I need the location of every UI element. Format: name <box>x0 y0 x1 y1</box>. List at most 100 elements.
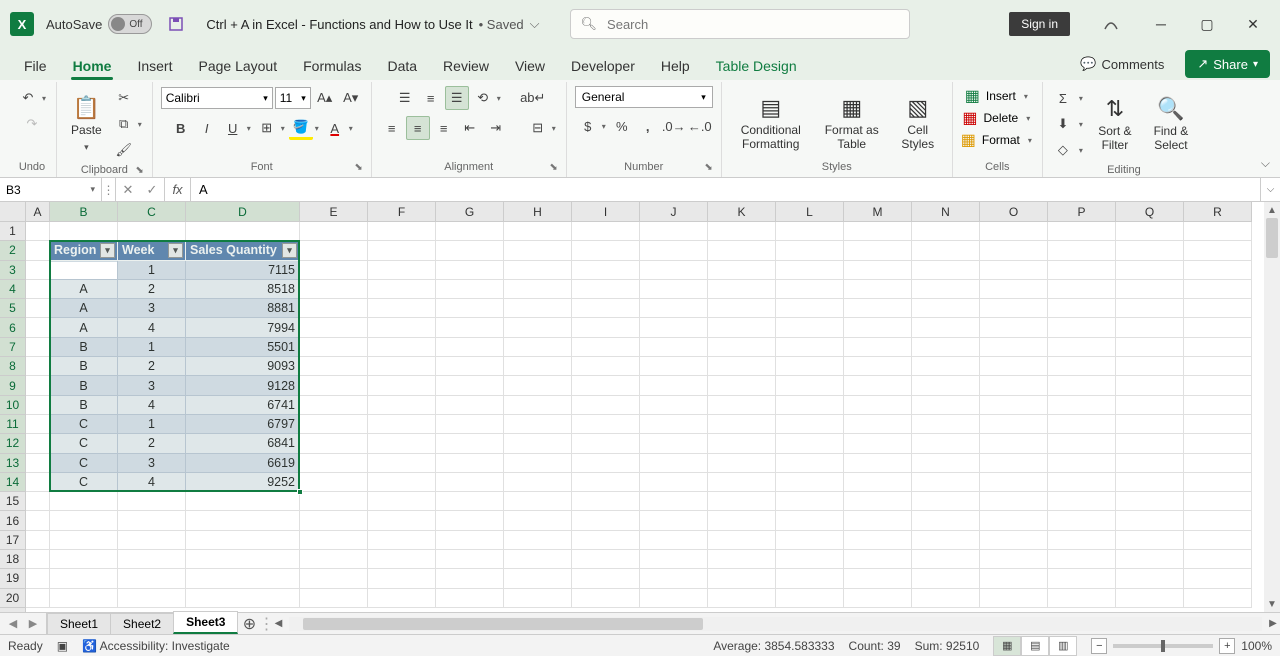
cell-A18[interactable] <box>26 550 50 569</box>
cell-O14[interactable] <box>980 473 1048 492</box>
cell-I13[interactable] <box>572 454 640 473</box>
align-center-button[interactable]: ≡ <box>406 116 430 140</box>
row-header-3[interactable]: 3 <box>0 261 25 280</box>
cell-A17[interactable] <box>26 531 50 550</box>
tab-view[interactable]: View <box>503 52 557 80</box>
cell-L9[interactable] <box>776 376 844 395</box>
column-header-E[interactable]: E <box>300 202 368 221</box>
tab-insert[interactable]: Insert <box>125 52 184 80</box>
cell-J6[interactable] <box>640 318 708 337</box>
cell-I2[interactable] <box>572 241 640 260</box>
cell-I5[interactable] <box>572 299 640 318</box>
row-header-13[interactable]: 13 <box>0 454 25 473</box>
decrease-font-button[interactable]: A▾ <box>339 86 363 110</box>
cell-A10[interactable] <box>26 396 50 415</box>
cell-E6[interactable] <box>300 318 368 337</box>
cell-N11[interactable] <box>912 415 980 434</box>
cell-B3[interactable]: A <box>50 261 118 280</box>
decrease-indent-button[interactable]: ⇤ <box>458 116 482 140</box>
cell-G15[interactable] <box>436 492 504 511</box>
cell-K7[interactable] <box>708 338 776 357</box>
cell-E14[interactable] <box>300 473 368 492</box>
filter-button-sales-quantity[interactable]: ▾ <box>282 243 297 258</box>
cell-R2[interactable] <box>1184 241 1252 260</box>
comments-button[interactable]: 💬 Comments <box>1069 50 1175 78</box>
cell-G13[interactable] <box>436 454 504 473</box>
cell-L7[interactable] <box>776 338 844 357</box>
cell-N6[interactable] <box>912 318 980 337</box>
close-button[interactable]: ✕ <box>1230 1 1276 47</box>
cell-N19[interactable] <box>912 569 980 588</box>
horizontal-scroll-thumb[interactable] <box>303 618 703 630</box>
cell-D15[interactable] <box>186 492 300 511</box>
zoom-in-button[interactable]: + <box>1219 638 1235 654</box>
cell-P6[interactable] <box>1048 318 1116 337</box>
cell-J19[interactable] <box>640 569 708 588</box>
cell-L10[interactable] <box>776 396 844 415</box>
cell-B17[interactable] <box>50 531 118 550</box>
cell-G12[interactable] <box>436 434 504 453</box>
cell-L20[interactable] <box>776 589 844 608</box>
italic-button[interactable]: I <box>195 116 219 140</box>
cell-P10[interactable] <box>1048 396 1116 415</box>
merge-dropdown[interactable]: ▾ <box>550 124 558 133</box>
cell-H10[interactable] <box>504 396 572 415</box>
cell-E1[interactable] <box>300 222 368 241</box>
cell-A5[interactable] <box>26 299 50 318</box>
cell-P9[interactable] <box>1048 376 1116 395</box>
cell-H13[interactable] <box>504 454 572 473</box>
delete-cells-button[interactable]: Delete <box>980 111 1023 125</box>
cell-P2[interactable] <box>1048 241 1116 260</box>
cell-C15[interactable] <box>118 492 186 511</box>
cell-M10[interactable] <box>844 396 912 415</box>
cell-B1[interactable] <box>50 222 118 241</box>
cell-Q12[interactable] <box>1116 434 1184 453</box>
sheet-tab-sheet3[interactable]: Sheet3 <box>173 611 238 634</box>
name-box[interactable]: B3 ▾ <box>0 178 102 201</box>
column-header-L[interactable]: L <box>776 202 844 221</box>
cell-G14[interactable] <box>436 473 504 492</box>
percent-format-button[interactable]: % <box>610 114 634 138</box>
cell-L2[interactable] <box>776 241 844 260</box>
cell-J3[interactable] <box>640 261 708 280</box>
cell-D12[interactable]: 6841 <box>186 434 300 453</box>
cell-Q13[interactable] <box>1116 454 1184 473</box>
save-button[interactable] <box>164 12 188 36</box>
cell-C16[interactable] <box>118 511 186 530</box>
cell-M18[interactable] <box>844 550 912 569</box>
cell-D13[interactable]: 6619 <box>186 454 300 473</box>
cell-O9[interactable] <box>980 376 1048 395</box>
cell-I10[interactable] <box>572 396 640 415</box>
format-cells-button[interactable]: Format <box>978 133 1024 147</box>
cell-F15[interactable] <box>368 492 436 511</box>
cell-Q14[interactable] <box>1116 473 1184 492</box>
filter-button-region[interactable]: ▾ <box>100 243 115 258</box>
page-layout-view-button[interactable]: ▤ <box>1021 636 1049 656</box>
increase-decimal-button[interactable]: .0→ <box>662 114 686 138</box>
cell-Q16[interactable] <box>1116 511 1184 530</box>
cell-E15[interactable] <box>300 492 368 511</box>
tab-formulas[interactable]: Formulas <box>291 52 373 80</box>
cell-B7[interactable]: B <box>50 338 118 357</box>
wrap-text-button[interactable]: ab↵ <box>521 86 545 110</box>
cell-M16[interactable] <box>844 511 912 530</box>
maximize-button[interactable]: ▢ <box>1184 1 1230 47</box>
cell-P15[interactable] <box>1048 492 1116 511</box>
cell-E20[interactable] <box>300 589 368 608</box>
cell-D20[interactable] <box>186 589 300 608</box>
cell-H5[interactable] <box>504 299 572 318</box>
cut-button[interactable]: ✂ <box>112 86 136 110</box>
cell-F12[interactable] <box>368 434 436 453</box>
cell-I1[interactable] <box>572 222 640 241</box>
column-header-M[interactable]: M <box>844 202 912 221</box>
cell-N16[interactable] <box>912 511 980 530</box>
cell-I15[interactable] <box>572 492 640 511</box>
cell-B4[interactable]: A <box>50 280 118 299</box>
accounting-format-button[interactable]: $ <box>576 114 600 138</box>
cell-N5[interactable] <box>912 299 980 318</box>
insert-cells-button[interactable]: Insert <box>982 89 1020 103</box>
cell-Q19[interactable] <box>1116 569 1184 588</box>
cell-N2[interactable] <box>912 241 980 260</box>
hscroll-left[interactable]: ◀ <box>271 613 285 634</box>
cell-I18[interactable] <box>572 550 640 569</box>
